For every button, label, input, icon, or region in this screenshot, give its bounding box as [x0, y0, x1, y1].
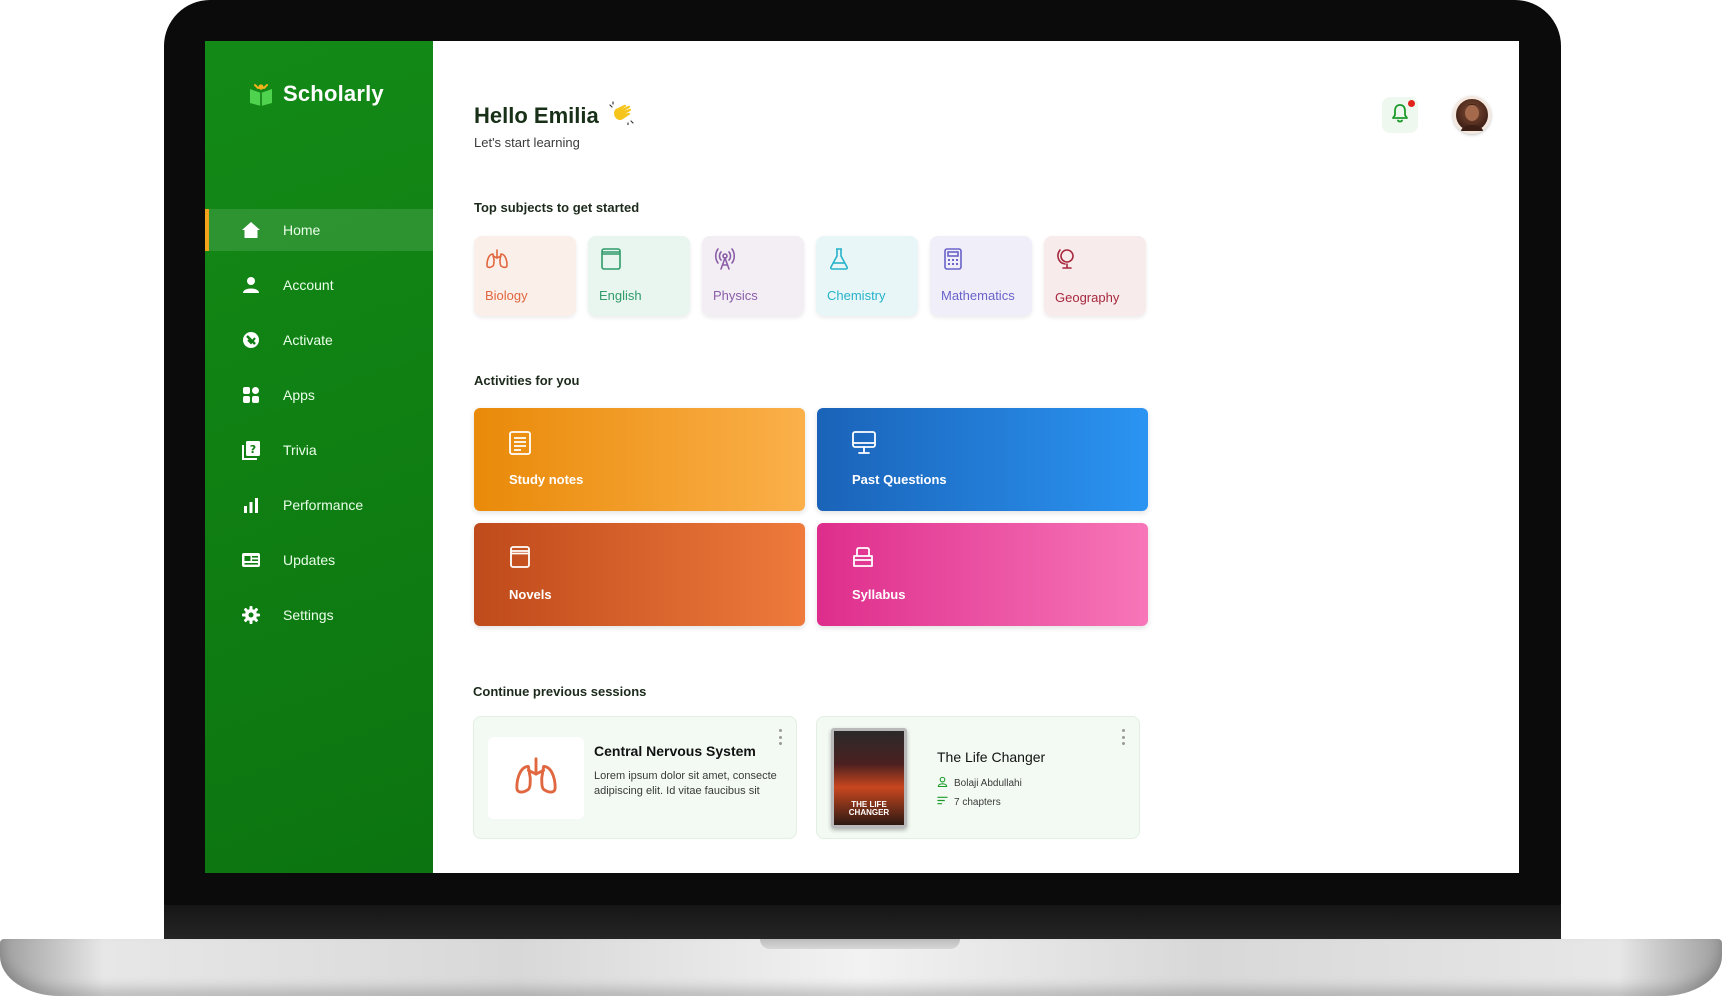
subjects-list: Biology English Physics Chemistry Mathem… — [474, 236, 1146, 316]
notification-badge — [1408, 100, 1415, 107]
laptop-notch — [760, 939, 960, 949]
main-content: Hello Emilia Let's start learning Top su… — [433, 41, 1519, 873]
waving-hand-icon — [609, 101, 635, 131]
person-icon — [937, 776, 948, 790]
svg-text:?: ? — [250, 443, 256, 456]
sidebar-item-settings[interactable]: Settings — [205, 594, 433, 636]
lungs-icon — [512, 753, 560, 804]
session-title: Central Nervous System — [594, 743, 756, 759]
session-card-central-nervous-system[interactable]: Central Nervous System Lorem ipsum dolor… — [473, 716, 797, 839]
session-thumbnail — [488, 737, 584, 819]
user-icon — [241, 275, 261, 295]
sidebar-item-label: Settings — [283, 607, 334, 623]
sidebar-item-label: Updates — [283, 552, 336, 568]
subject-label: Biology — [485, 288, 528, 303]
sidebar-item-updates[interactable]: Updates — [205, 539, 433, 581]
bell-icon — [1391, 103, 1409, 128]
greeting-subtitle: Let's start learning — [474, 135, 580, 150]
scholarly-logo-icon — [247, 81, 275, 107]
activity-card-study-notes[interactable]: Study notes — [474, 408, 805, 511]
sessions-title: Continue previous sessions — [473, 684, 647, 699]
book-cover-title: THE LIFE CHANGER — [848, 800, 890, 817]
apps-grid-icon — [241, 385, 261, 405]
brand[interactable]: Scholarly — [247, 81, 384, 107]
syllabus-icon — [851, 545, 877, 571]
activity-card-novels[interactable]: Novels — [474, 523, 805, 626]
author-name: Bolaji Abdullahi — [954, 777, 1022, 789]
subject-label: Chemistry — [827, 288, 886, 303]
activity-label: Novels — [509, 587, 552, 602]
activity-label: Study notes — [509, 472, 584, 487]
activity-label: Past Questions — [852, 472, 947, 487]
novel-icon — [508, 545, 534, 571]
subject-card-mathematics[interactable]: Mathematics — [930, 236, 1032, 316]
sidebar-item-apps[interactable]: Apps — [205, 374, 433, 416]
activate-icon — [241, 330, 261, 350]
more-options-button[interactable] — [779, 729, 783, 745]
notification-button[interactable] — [1382, 97, 1418, 133]
book-icon — [599, 247, 623, 271]
brand-name: Scholarly — [283, 81, 384, 106]
greeting-text: Hello Emilia — [474, 103, 599, 128]
sidebar: Scholarly Home Account Activate Apps ? T… — [205, 41, 433, 873]
bar-chart-icon — [241, 495, 261, 515]
activity-card-syllabus[interactable]: Syllabus — [817, 523, 1148, 626]
session-description: Lorem ipsum dolor sit amet, consecte adi… — [594, 770, 777, 797]
globe-icon — [1055, 247, 1079, 271]
book-author: Bolaji Abdullahi — [937, 776, 1022, 790]
subject-label: Physics — [713, 288, 758, 303]
sidebar-item-activate[interactable]: Activate — [205, 319, 433, 361]
home-icon — [241, 220, 261, 240]
book-chapters: 7 chapters — [937, 795, 1001, 809]
sidebar-item-label: Home — [283, 222, 321, 238]
app-screen: Scholarly Home Account Activate Apps ? T… — [205, 41, 1519, 873]
sidebar-item-label: Activate — [283, 332, 333, 348]
sidebar-nav: Home Account Activate Apps ? Trivia Perf… — [205, 209, 433, 649]
sidebar-item-label: Performance — [283, 497, 364, 513]
sidebar-item-label: Trivia — [283, 442, 317, 458]
session-card-the-life-changer[interactable]: THE LIFE CHANGER The Life Changer Bolaji… — [816, 716, 1140, 839]
avatar[interactable] — [1453, 96, 1491, 134]
subject-label: English — [599, 288, 642, 303]
sidebar-item-account[interactable]: Account — [205, 264, 433, 306]
sidebar-item-home[interactable]: Home — [205, 209, 433, 251]
subject-label: Mathematics — [941, 288, 1015, 303]
subject-card-biology[interactable]: Biology — [474, 236, 576, 316]
notes-icon — [508, 430, 534, 456]
subject-card-english[interactable]: English — [588, 236, 690, 316]
news-icon — [241, 550, 261, 570]
book-cover: THE LIFE CHANGER — [831, 728, 907, 828]
sidebar-item-label: Account — [283, 277, 334, 293]
sidebar-item-label: Apps — [283, 387, 315, 403]
subject-card-physics[interactable]: Physics — [702, 236, 804, 316]
subject-label: Geography — [1055, 290, 1120, 305]
monitor-icon — [851, 430, 877, 456]
subjects-title: Top subjects to get started — [474, 200, 640, 215]
session-title: The Life Changer — [937, 749, 1046, 765]
greeting: Hello Emilia — [474, 101, 635, 131]
lungs-icon — [485, 247, 509, 271]
sidebar-item-trivia[interactable]: ? Trivia — [205, 429, 433, 471]
flask-icon — [827, 247, 851, 271]
laptop-hinge — [164, 905, 1561, 941]
chapter-count: 7 chapters — [954, 796, 1001, 808]
activity-card-past-questions[interactable]: Past Questions — [817, 408, 1148, 511]
subject-card-geography[interactable]: Geography — [1044, 236, 1146, 316]
list-icon — [937, 795, 948, 809]
gear-icon — [241, 605, 261, 625]
antenna-icon — [713, 247, 737, 271]
activities-title: Activities for you — [474, 373, 580, 388]
calculator-icon — [941, 247, 965, 271]
trivia-icon: ? — [241, 440, 261, 460]
subject-card-chemistry[interactable]: Chemistry — [816, 236, 918, 316]
more-options-button[interactable] — [1122, 729, 1126, 745]
activity-label: Syllabus — [852, 587, 906, 602]
sidebar-item-performance[interactable]: Performance — [205, 484, 433, 526]
avatar-portrait-icon — [1461, 104, 1483, 131]
